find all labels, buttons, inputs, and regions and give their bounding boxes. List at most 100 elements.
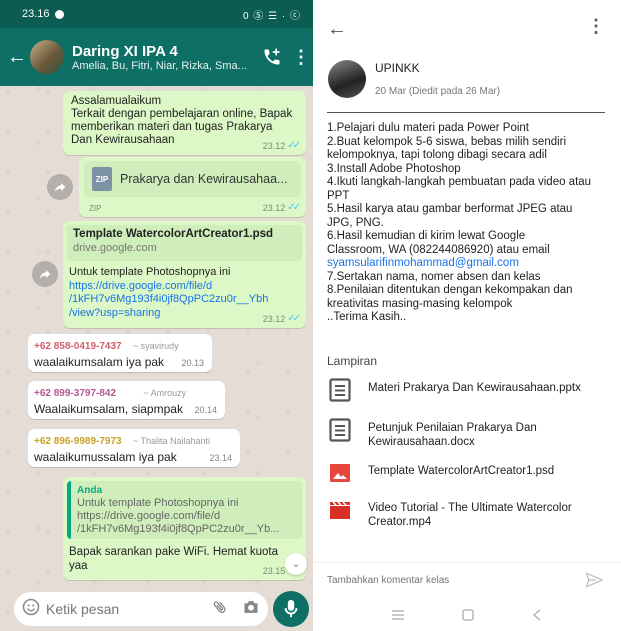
post-line: 6.Hasil kemudian di kirim lewat Google [327, 230, 526, 242]
message-bubble-incoming[interactable]: +62 896-9989-7973 ~ Thalita Nailahanti w… [28, 429, 240, 467]
message-input-box [14, 592, 268, 626]
message-input[interactable] [46, 601, 212, 617]
link-domain: drive.google.com [73, 242, 157, 254]
image-icon [327, 460, 353, 486]
file-name: Prakarya dan Kewirausahaa... [120, 172, 288, 186]
sender-phone[interactable]: +62 896-9989-7973 [34, 436, 122, 447]
attachment-item[interactable]: Template WatercolorArtCreator1.psd [327, 460, 612, 486]
message-bubble-file[interactable]: ZIP Prakarya dan Kewirausahaa... ZIP 23.… [79, 157, 306, 217]
message-link[interactable]: /view?usp=sharing [69, 307, 268, 321]
sender-phone[interactable]: +62 899-3797-842 [34, 388, 116, 399]
post-line: kelompoknya, tapi tolong dibagi secara a… [327, 149, 547, 161]
back-arrow-icon[interactable]: ← [327, 18, 347, 41]
camera-icon[interactable] [242, 599, 260, 620]
message-bubble-link[interactable]: Template WatercolorArtCreator1.psd drive… [63, 221, 306, 328]
attach-icon[interactable] [212, 598, 228, 621]
status-time: 23.16 [22, 8, 50, 20]
back-arrow-icon[interactable]: ← [4, 46, 30, 69]
attachment-name: Creator.mp4 [368, 515, 432, 528]
system-nav-bar [313, 602, 621, 631]
message-meta: 23.12 ✓✓ [262, 202, 301, 213]
post-line: 3.Install Adobe Photoshop [327, 162, 461, 175]
menu-icon[interactable] [391, 608, 405, 626]
post-line: ..Terima Kasih.. [327, 311, 407, 323]
file-type: ZIP [89, 204, 102, 213]
more-options-icon[interactable]: ⋮ [587, 16, 605, 37]
post-line: 4.Ikuti langkah-langkah pembuatan pada v… [327, 176, 592, 188]
message-time: 23.12 [262, 202, 286, 213]
forward-icon[interactable] [32, 261, 58, 287]
forward-icon[interactable] [47, 174, 73, 200]
post-line: 7.Sertakan nama, nomer absen dan kelas [327, 270, 541, 283]
attachment-item[interactable]: Video Tutorial - The Ultimate Watercolor… [327, 497, 612, 529]
video-icon [327, 497, 353, 523]
message-time: 23.12 [262, 313, 286, 324]
message-link[interactable]: https://drive.google.com/file/d [69, 280, 268, 294]
file-card[interactable]: ZIP Prakarya dan Kewirausahaa... [84, 161, 301, 197]
email-link[interactable]: syamsularifinmohammad@gmail.com [327, 257, 612, 271]
post-line: 2.Buat kelompok 5-6 siswa, bebas milih s… [327, 135, 567, 148]
divider [327, 112, 605, 113]
back-nav-icon[interactable] [531, 608, 543, 626]
quote-text: /1kFH7v6Mg193f4i0jf8QpPC2zu0r__Yb... [77, 523, 280, 535]
emoji-icon[interactable] [22, 598, 40, 621]
group-title: Daring XI IPA 4 [72, 42, 178, 60]
home-icon[interactable] [462, 608, 474, 626]
whatsapp-panel: 23.16 0 Ⓢ ☰ · ⓒ ← Daring XI IPA 4 Amelia… [0, 0, 313, 631]
quote-text: https://drive.google.com/file/d [77, 510, 221, 522]
post-line: kreativitas masing-masing kelompok [327, 297, 513, 310]
scroll-down-icon[interactable]: ⌄ [285, 553, 307, 575]
sender-phone[interactable]: +62 858-0419-7437 [34, 341, 122, 352]
mic-button[interactable] [273, 591, 309, 627]
send-icon[interactable] [585, 572, 604, 593]
message-bubble-outgoing[interactable]: Assalamualaikum Terkait dengan pembelaja… [63, 91, 306, 155]
mic-icon [284, 599, 298, 618]
sender-name: ~ syavirudy [132, 341, 179, 351]
message-time: 23.12 [262, 140, 286, 151]
message-text: yaa [69, 560, 88, 572]
message-text: waalaikumussalam iya pak [34, 450, 177, 464]
attachment-name: Materi Prakarya Dan Kewirausahaan.pptx [368, 382, 581, 394]
read-ticks-icon: ✓✓ [287, 313, 301, 324]
post-body: 1.Pelajari dulu materi pada Power Point … [327, 122, 612, 325]
avatar [328, 60, 366, 98]
status-icons: 0 Ⓢ ☰ · ⓒ [243, 10, 301, 22]
message-text: Assalamualaikum [71, 95, 162, 107]
attachment-item[interactable]: Materi Prakarya Dan Kewirausahaan.pptx [327, 377, 612, 403]
message-link[interactable]: /1kFH7v6Mg193f4i0jf8QpPC2zu0r__Ybh [69, 293, 268, 307]
class-comment-input[interactable] [327, 575, 567, 586]
attachment-name: Video Tutorial - The Ultimate Watercolor [368, 502, 572, 514]
chat-title-area[interactable]: Daring XI IPA 4 Amelia, Bu, Fitri, Niar,… [72, 43, 255, 72]
quoted-message[interactable]: Anda Untuk template Photoshopnya ini htt… [67, 481, 302, 539]
read-ticks-icon: ✓✓ [287, 202, 301, 213]
notification-dot-icon [54, 9, 64, 19]
attachments-heading: Lampiran [327, 354, 378, 368]
message-meta: 23.12 ✓✓ [262, 140, 301, 151]
attachment-item[interactable]: Petunjuk Penilaian Prakarya Dan Kewiraus… [327, 417, 612, 449]
quote-author: Anda [77, 485, 102, 496]
attachment-name: Petunjuk Penilaian Prakarya Dan [368, 422, 537, 434]
post-line: JPG, PNG. [327, 216, 384, 229]
chat-header: ← Daring XI IPA 4 Amelia, Bu, Fitri, Nia… [0, 28, 313, 86]
message-bubble-incoming[interactable]: +62 858-0419-7437 ~ syavirudy waalaikums… [28, 334, 212, 372]
message-bubble-reply[interactable]: Anda Untuk template Photoshopnya ini htt… [63, 477, 306, 580]
add-call-icon[interactable] [255, 40, 289, 74]
attachment-name: Template WatercolorArtCreator1.psd [368, 465, 555, 477]
message-text: Bapak sarankan pake WiFi. Hemat kuota [69, 546, 279, 558]
post-line: PPT [327, 189, 350, 202]
attachment-name: Kewirausahaan.docx [368, 435, 475, 448]
quote-text: Untuk template Photoshopnya ini [77, 497, 239, 509]
zip-file-icon: ZIP [92, 167, 112, 191]
sender-name: ~ Thalita Nailahanti [132, 436, 211, 446]
message-text: waalaikumsalam iya pak [34, 355, 165, 369]
message-bubble-incoming[interactable]: +62 899-3797-842 ~ Amrouzy Waalaikumsala… [28, 381, 225, 419]
post-date: 20 Mar (Diedit pada 26 Mar) [375, 86, 501, 97]
message-text: Untuk template Photoshopnya ini [69, 266, 231, 278]
comment-bar [313, 562, 621, 600]
link-preview-card[interactable]: Template WatercolorArtCreator1.psd drive… [67, 225, 302, 261]
message-time: 23.15 [262, 565, 286, 576]
message-time: 23.14 [209, 453, 232, 463]
group-avatar[interactable] [30, 40, 64, 74]
message-time: 20.14 [194, 405, 217, 415]
more-options-icon[interactable]: ⋮ [289, 47, 313, 68]
